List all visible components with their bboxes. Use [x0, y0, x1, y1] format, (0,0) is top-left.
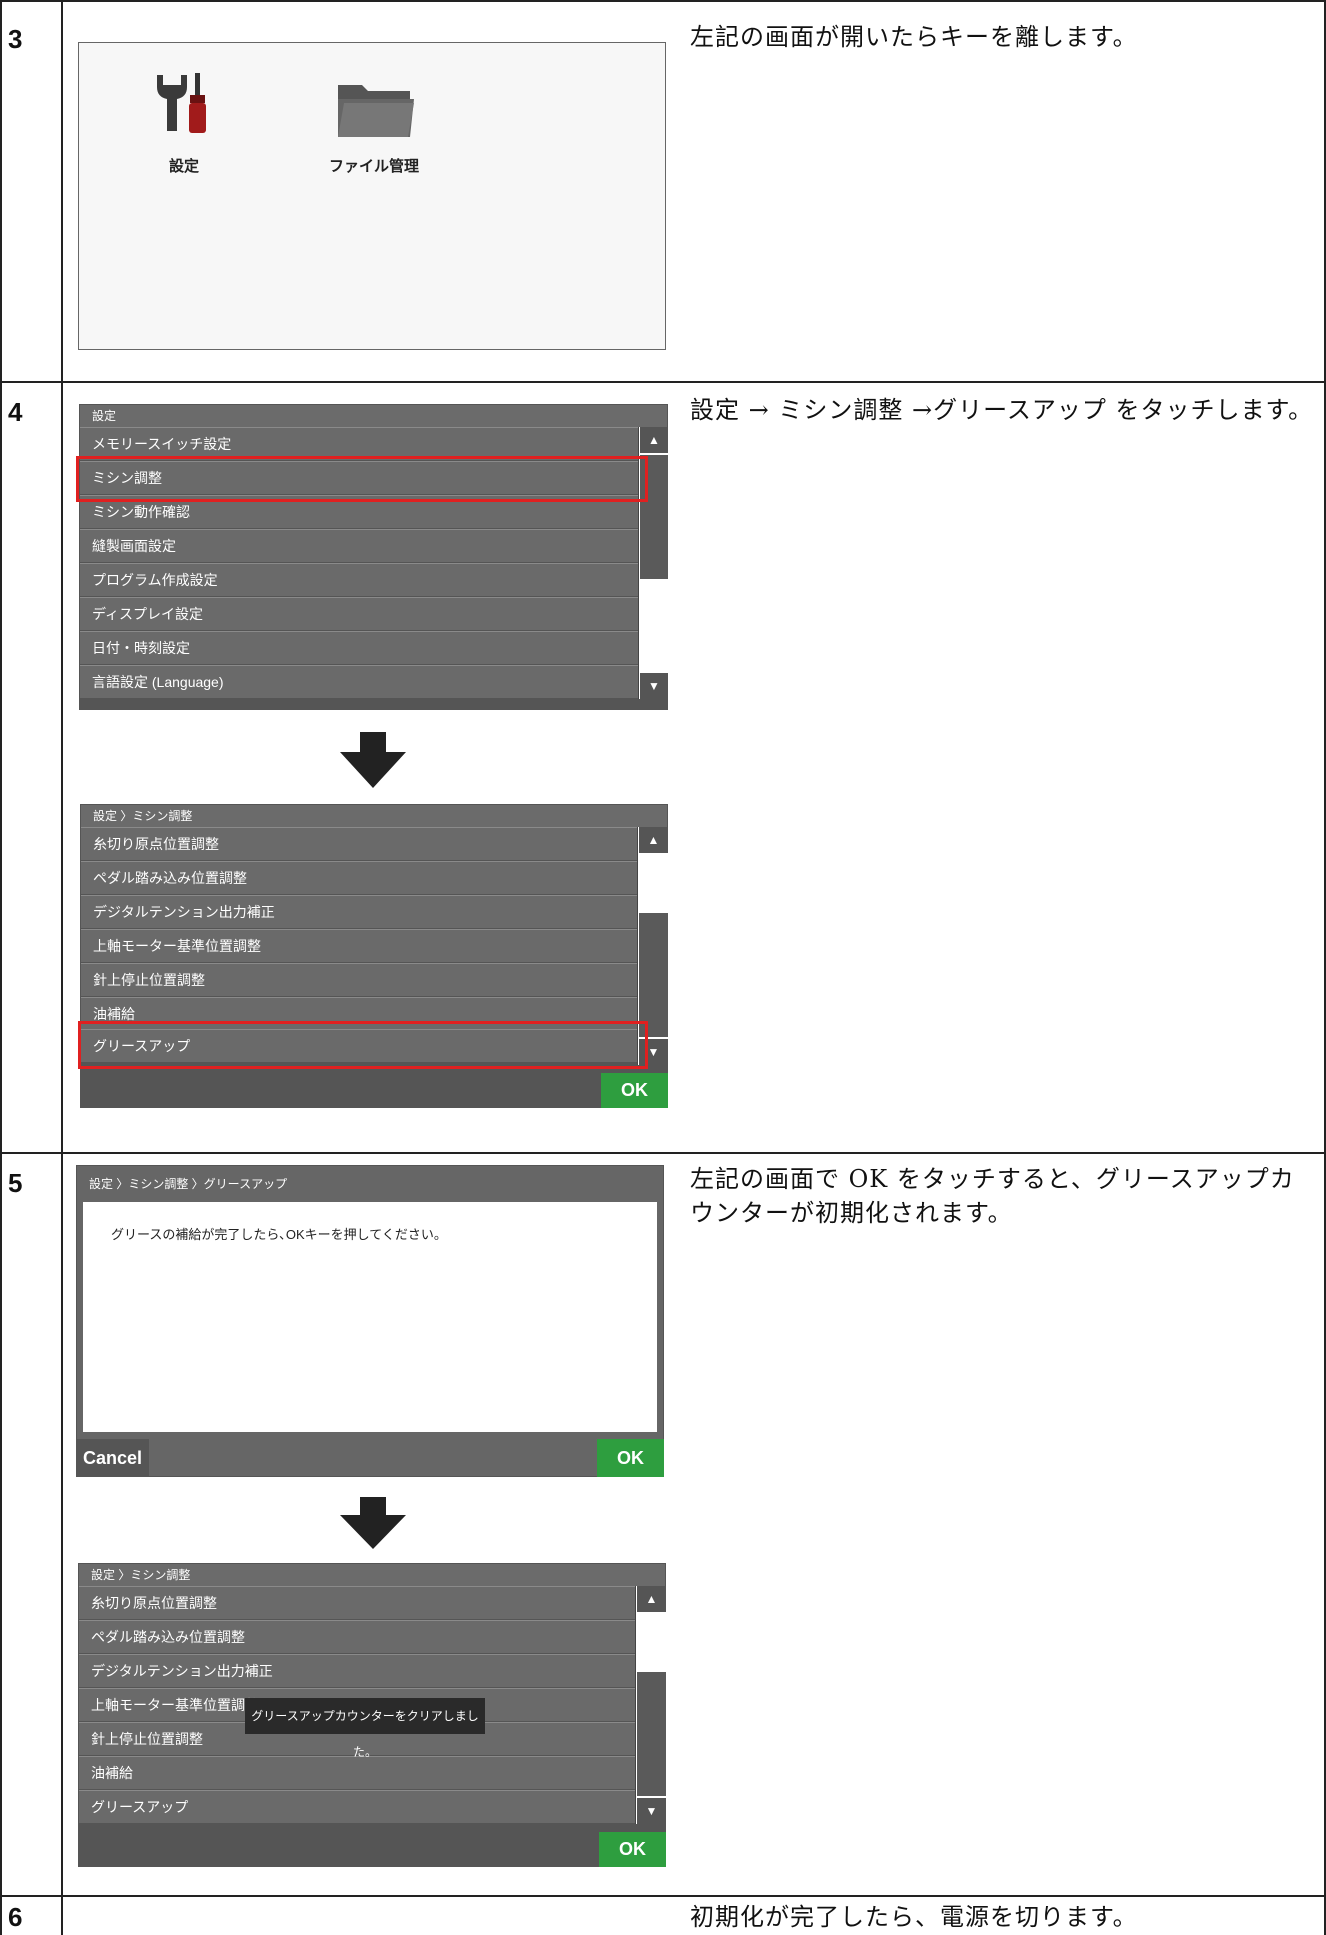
list-item[interactable]: 上軸モーター基準位置調整 [81, 929, 637, 962]
scroll-up-icon[interactable]: ▲ [639, 827, 668, 853]
grease-dialog: 設定 〉ミシン調整 〉グリースアップ グリースの補給が完了したら､OKキーを押し… [76, 1165, 664, 1477]
scroll-up-icon[interactable]: ▲ [637, 1586, 666, 1612]
settings-label: 設定 [168, 158, 199, 175]
step-number: 4 [8, 397, 23, 427]
folder-icon[interactable] [334, 79, 416, 141]
table-divider [0, 381, 1326, 383]
ok-button[interactable]: OK [601, 1073, 668, 1108]
step-description: 左記の画面が開いたらキーを離します。 [690, 23, 1138, 51]
list-item[interactable]: デジタルテンション出力補正 [81, 895, 637, 928]
screen-header: 設定 [80, 405, 667, 427]
cancel-button[interactable]: Cancel [77, 1439, 149, 1477]
list-item[interactable]: ペダル踏み込み位置調整 [79, 1620, 635, 1653]
step-description: 初期化が完了したら、電源を切ります。 [690, 1903, 1138, 1931]
screen-header: 設定 〉ミシン調整 〉グリースアップ [89, 1177, 288, 1191]
list-item[interactable]: 糸切り原点位置調整 [81, 827, 637, 860]
list-item[interactable]: ディスプレイ設定 [80, 597, 638, 630]
table-column-divider [61, 0, 63, 1935]
table-divider [0, 1152, 1326, 1154]
scrollbar-thumb[interactable] [637, 1672, 666, 1796]
scroll-down-icon[interactable]: ▼ [640, 673, 668, 699]
settings-list-screen: 設定 メモリースイッチ設定 ミシン調整 ミシン動作確認 縫製画面設定 プログラム… [79, 404, 669, 710]
list-item[interactable]: プログラム作成設定 [80, 563, 638, 596]
step-number: 6 [8, 1902, 23, 1932]
list-item[interactable]: 言語設定 (Language) [80, 665, 638, 698]
scroll-down-icon[interactable]: ▼ [637, 1798, 666, 1824]
home-screen: 設定 ファイル管理 [78, 42, 666, 350]
file-management-label: ファイル管理 [328, 158, 419, 175]
toast-message: グリースアップカウンターをクリアしました。 [245, 1698, 485, 1759]
dialog-message: グリースの補給が完了したら､OKキーを押してください。 [111, 1227, 447, 1242]
scrollbar-thumb[interactable] [639, 913, 668, 1037]
down-arrow-icon [340, 732, 406, 792]
list-item[interactable]: 縫製画面設定 [80, 529, 638, 562]
step-description: 左記の画面で OK をタッチすると、グリースアップカウンターが初期化されます。 [690, 1165, 1295, 1227]
machine-adjust-screen-cleared: 設定 〉ミシン調整 糸切り原点位置調整 ペダル踏み込み位置調整 デジタルテンショ… [78, 1563, 667, 1867]
list-item[interactable]: ペダル踏み込み位置調整 [81, 861, 637, 894]
list-item[interactable]: 糸切り原点位置調整 [79, 1586, 635, 1619]
highlight-box [78, 1021, 648, 1069]
scroll-up-icon[interactable]: ▲ [640, 427, 668, 453]
down-arrow-icon [340, 1497, 406, 1553]
list-item[interactable]: デジタルテンション出力補正 [79, 1654, 635, 1687]
table-divider [0, 1895, 1326, 1897]
step-number: 5 [8, 1168, 23, 1198]
list-item[interactable]: 針上停止位置調整 [81, 963, 637, 996]
table-border-top [0, 0, 1326, 2]
ok-button[interactable]: OK [599, 1832, 666, 1867]
dialog-body: グリースの補給が完了したら､OKキーを押してください。 [83, 1202, 657, 1432]
screen-header: 設定 〉ミシン調整 [79, 1564, 665, 1586]
list-item[interactable]: 日付・時刻設定 [80, 631, 638, 664]
wrench-screwdriver-icon[interactable] [149, 69, 219, 139]
step-description: 設定 → ミシン調整 →グリースアップ をタッチします。 [690, 396, 1314, 424]
table-border-left [0, 0, 2, 1935]
highlight-box [76, 456, 648, 502]
screen-header: 設定 〉ミシン調整 [81, 805, 667, 827]
ok-button[interactable]: OK [597, 1439, 664, 1477]
list-item[interactable]: グリースアップ [79, 1790, 635, 1823]
step-number: 3 [8, 24, 23, 54]
